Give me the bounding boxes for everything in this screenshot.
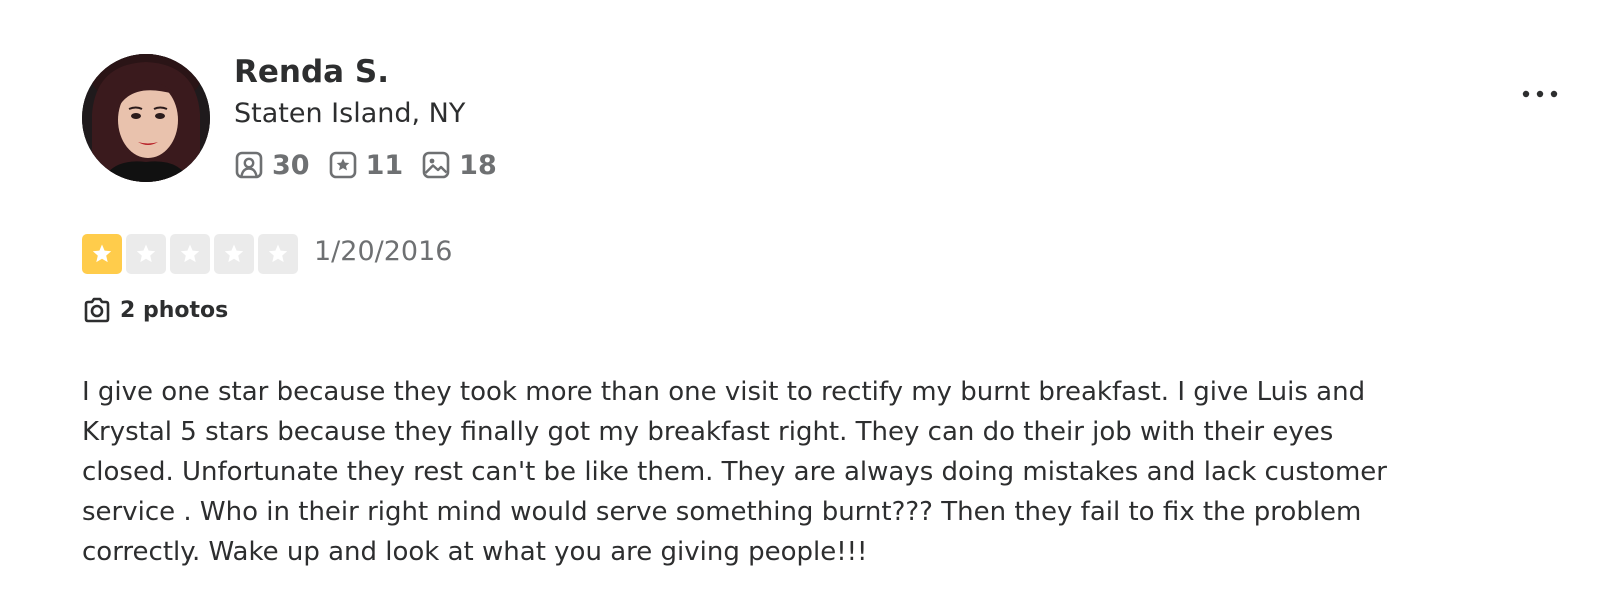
avatar-image [82,54,210,182]
photos-count: 18 [459,149,497,181]
star-empty [214,234,254,274]
photos-label: 2 photos [120,297,229,323]
user-stats: 30 11 18 [234,148,515,182]
reviews-count: 11 [365,149,404,181]
more-options-icon [1522,90,1558,98]
star-empty [126,234,166,274]
more-options-button[interactable] [1512,78,1568,106]
star-icon [92,244,112,263]
review-photos-link[interactable]: 2 photos [82,296,228,324]
star-icon [180,244,200,263]
star-empty [258,234,298,274]
review-star-icon [329,151,356,179]
reviews-stat: 11 [328,149,404,181]
star-rating [82,234,302,274]
friends-stat: 30 [234,150,310,181]
review-date: 1/20/2016 [314,236,453,267]
photos-stat: 18 [421,150,497,181]
star-empty [170,234,210,274]
star-icon [268,244,288,263]
star-icon [224,244,244,263]
photo-icon [422,151,450,179]
user-location: Staten Island, NY [234,98,466,129]
review-text: I give one star because they took more t… [82,377,1387,567]
camera-icon [84,297,110,323]
star-icon [136,244,156,263]
friends-icon [235,151,263,179]
star-filled [82,234,122,274]
user-name[interactable]: Renda S. [234,54,389,90]
friends-count: 30 [272,149,310,181]
user-avatar[interactable] [82,54,210,182]
